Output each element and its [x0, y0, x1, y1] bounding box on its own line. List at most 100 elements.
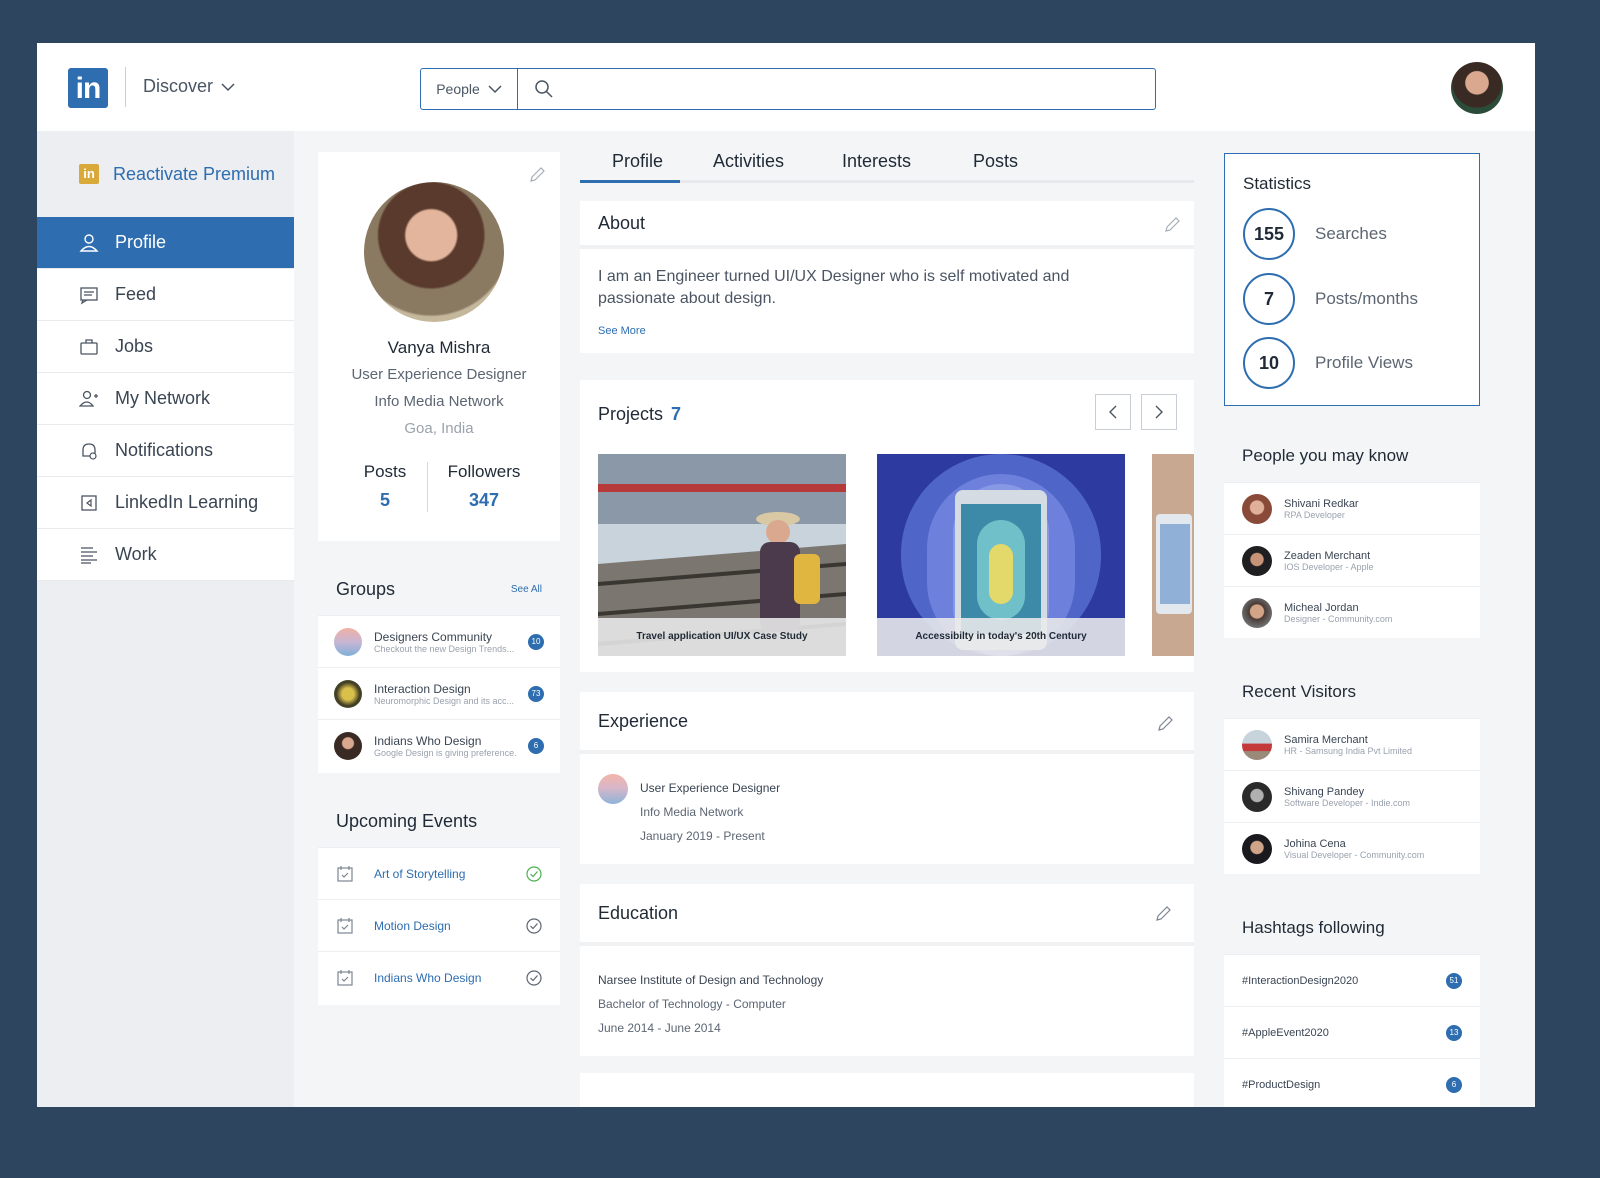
group-item[interactable]: Interaction Design Neuromorphic Design an…: [318, 667, 560, 719]
search-filter-select[interactable]: People: [421, 69, 518, 109]
person-name: Zeaden Merchant: [1284, 549, 1371, 562]
about-text: I am an Engineer turned UI/UX Designer w…: [598, 268, 1070, 307]
project-tile[interactable]: Travel application UI/UX Case Study: [598, 454, 846, 656]
see-all-link[interactable]: See All: [511, 584, 542, 595]
discover-dropdown[interactable]: Discover: [143, 76, 235, 97]
work-icon: [81, 546, 97, 564]
project-tile[interactable]: Accessibilty in today's 20th Century: [877, 454, 1125, 656]
sidebar-item-linkedin-learning[interactable]: LinkedIn Learning: [37, 477, 294, 529]
project-caption: Travel application UI/UX Case Study: [598, 618, 846, 656]
check-circle-icon: [526, 865, 542, 882]
hashtag-label: #InteractionDesign2020: [1242, 974, 1359, 987]
person-item[interactable]: Micheal Jordan Designer - Community.com: [1224, 586, 1480, 638]
visitor-name: Samira Merchant: [1284, 733, 1368, 746]
prev-button[interactable]: [1095, 394, 1131, 430]
person-name: Micheal Jordan: [1284, 601, 1359, 614]
search-input[interactable]: [564, 69, 1155, 109]
project-image: [1152, 454, 1194, 656]
projects-card: Projects 7 Travel application UI/UX Case …: [580, 380, 1194, 672]
hashtag-item[interactable]: #InteractionDesign2020 51: [1224, 954, 1480, 1006]
hashtag-item[interactable]: #AppleEvent2020 13: [1224, 1006, 1480, 1058]
followers-stat[interactable]: Followers 347: [422, 462, 546, 511]
stat-label: Searches: [1315, 224, 1387, 243]
followers-label: Followers: [447, 462, 521, 481]
visitors-title: Recent Visitors: [1224, 666, 1480, 718]
group-item[interactable]: Designers Community Checkout the new Desi…: [318, 615, 560, 667]
bell-icon: [82, 442, 97, 460]
tab-activities[interactable]: Activities: [713, 151, 784, 172]
sidebar-item-notifications[interactable]: Notifications: [37, 425, 294, 477]
hashtags-title: Hashtags following: [1224, 902, 1480, 954]
hashtag-count-badge: 13: [1446, 1024, 1462, 1041]
projects-header: Projects 7: [598, 404, 681, 425]
project-tile-partial[interactable]: [1152, 454, 1194, 656]
visitor-role: Software Developer - Indie.com: [1284, 797, 1411, 808]
profile-tabs: Profile Activities Interests Posts: [580, 143, 1194, 183]
groups-title: Groups: [336, 578, 396, 599]
events-title: Upcoming Events: [336, 810, 478, 831]
person-avatar: [1242, 597, 1272, 628]
edit-pencil-icon[interactable]: [528, 166, 546, 184]
edit-pencil-icon[interactable]: [1156, 715, 1174, 733]
groups-header: Groups See All: [318, 563, 560, 615]
discover-label: Discover: [143, 76, 214, 96]
sidebar-item-jobs[interactable]: Jobs: [37, 321, 294, 373]
next-button[interactable]: [1141, 394, 1177, 430]
experience-item: User Experience Designer Info Media Netw…: [640, 776, 780, 848]
sidebar-item-feed[interactable]: Feed: [37, 269, 294, 321]
event-item[interactable]: Motion Design: [318, 899, 560, 951]
profile-photo: [364, 182, 504, 322]
user-icon: [79, 233, 99, 252]
education-degree: Bachelor of Technology - Computer: [598, 997, 786, 1011]
next-section-card: [580, 1073, 1194, 1107]
sidebar-item-profile[interactable]: Profile: [37, 217, 294, 269]
edit-pencil-icon[interactable]: [1154, 905, 1172, 923]
stat-searches: 155 Searches: [1243, 208, 1387, 260]
see-more-link[interactable]: See More: [598, 325, 646, 337]
people-you-may-know-card: People you may know Shivani Redkar RPA De…: [1224, 430, 1480, 638]
experience-dates: January 2019 - Present: [640, 829, 765, 843]
event-item[interactable]: Art of Storytelling: [318, 847, 560, 899]
event-title: Art of Storytelling: [374, 866, 466, 881]
sidebar-item-work[interactable]: Work: [37, 529, 294, 581]
education-school: Narsee Institute of Design and Technolog…: [598, 973, 824, 987]
sidebar-item-label: Profile: [115, 232, 167, 252]
visitor-role: HR - Samsung India Pvt Limited: [1284, 745, 1413, 756]
person-item[interactable]: Zeaden Merchant IOS Developer - Apple: [1224, 534, 1480, 586]
experience-role: User Experience Designer: [640, 781, 781, 795]
education-item: Narsee Institute of Design and Technolog…: [598, 968, 823, 1040]
hashtag-label: #ProductDesign: [1242, 1078, 1321, 1091]
event-item[interactable]: Indians Who Design: [318, 951, 560, 1003]
user-avatar[interactable]: [1451, 62, 1503, 114]
feed-icon: [80, 286, 98, 304]
linkedin-logo[interactable]: in: [68, 68, 108, 108]
visitor-name: Johina Cena: [1284, 837, 1346, 850]
visitor-item[interactable]: Johina Cena Visual Developer - Community.…: [1224, 822, 1480, 874]
hashtags-card: Hashtags following #InteractionDesign202…: [1224, 902, 1480, 1107]
tab-profile[interactable]: Profile: [612, 151, 663, 172]
tab-interests[interactable]: Interests: [842, 151, 911, 172]
education-title: Education: [598, 902, 679, 923]
edit-pencil-icon[interactable]: [1163, 216, 1181, 234]
group-item[interactable]: Indians Who Design Google Design is givin…: [318, 719, 560, 771]
profile-company: Info Media Network: [374, 393, 504, 410]
sidebar-item-label: Jobs: [115, 336, 154, 356]
visitor-item[interactable]: Samira Merchant HR - Samsung India Pvt Li…: [1224, 718, 1480, 770]
visitor-item[interactable]: Shivang Pandey Software Developer - Indie…: [1224, 770, 1480, 822]
person-role: IOS Developer - Apple: [1284, 561, 1374, 572]
person-item[interactable]: Shivani Redkar RPA Developer: [1224, 482, 1480, 534]
group-avatar: [334, 627, 362, 656]
experience-company: Info Media Network: [640, 805, 744, 819]
group-avatar: [334, 731, 362, 760]
sidebar-item-my-network[interactable]: My Network: [37, 373, 294, 425]
reactivate-premium-link[interactable]: in Reactivate Premium: [37, 131, 294, 217]
followers-count: 347: [468, 490, 500, 510]
hashtag-item[interactable]: #ProductDesign 6: [1224, 1058, 1480, 1107]
check-circle-icon: [526, 969, 542, 986]
header-divider: [125, 67, 126, 107]
projects-count: 7: [671, 404, 682, 424]
sidebar-item-label: Feed: [115, 284, 157, 304]
company-logo: [598, 774, 628, 804]
sidebar-item-label: Notifications: [115, 440, 214, 460]
tab-posts[interactable]: Posts: [973, 151, 1018, 172]
